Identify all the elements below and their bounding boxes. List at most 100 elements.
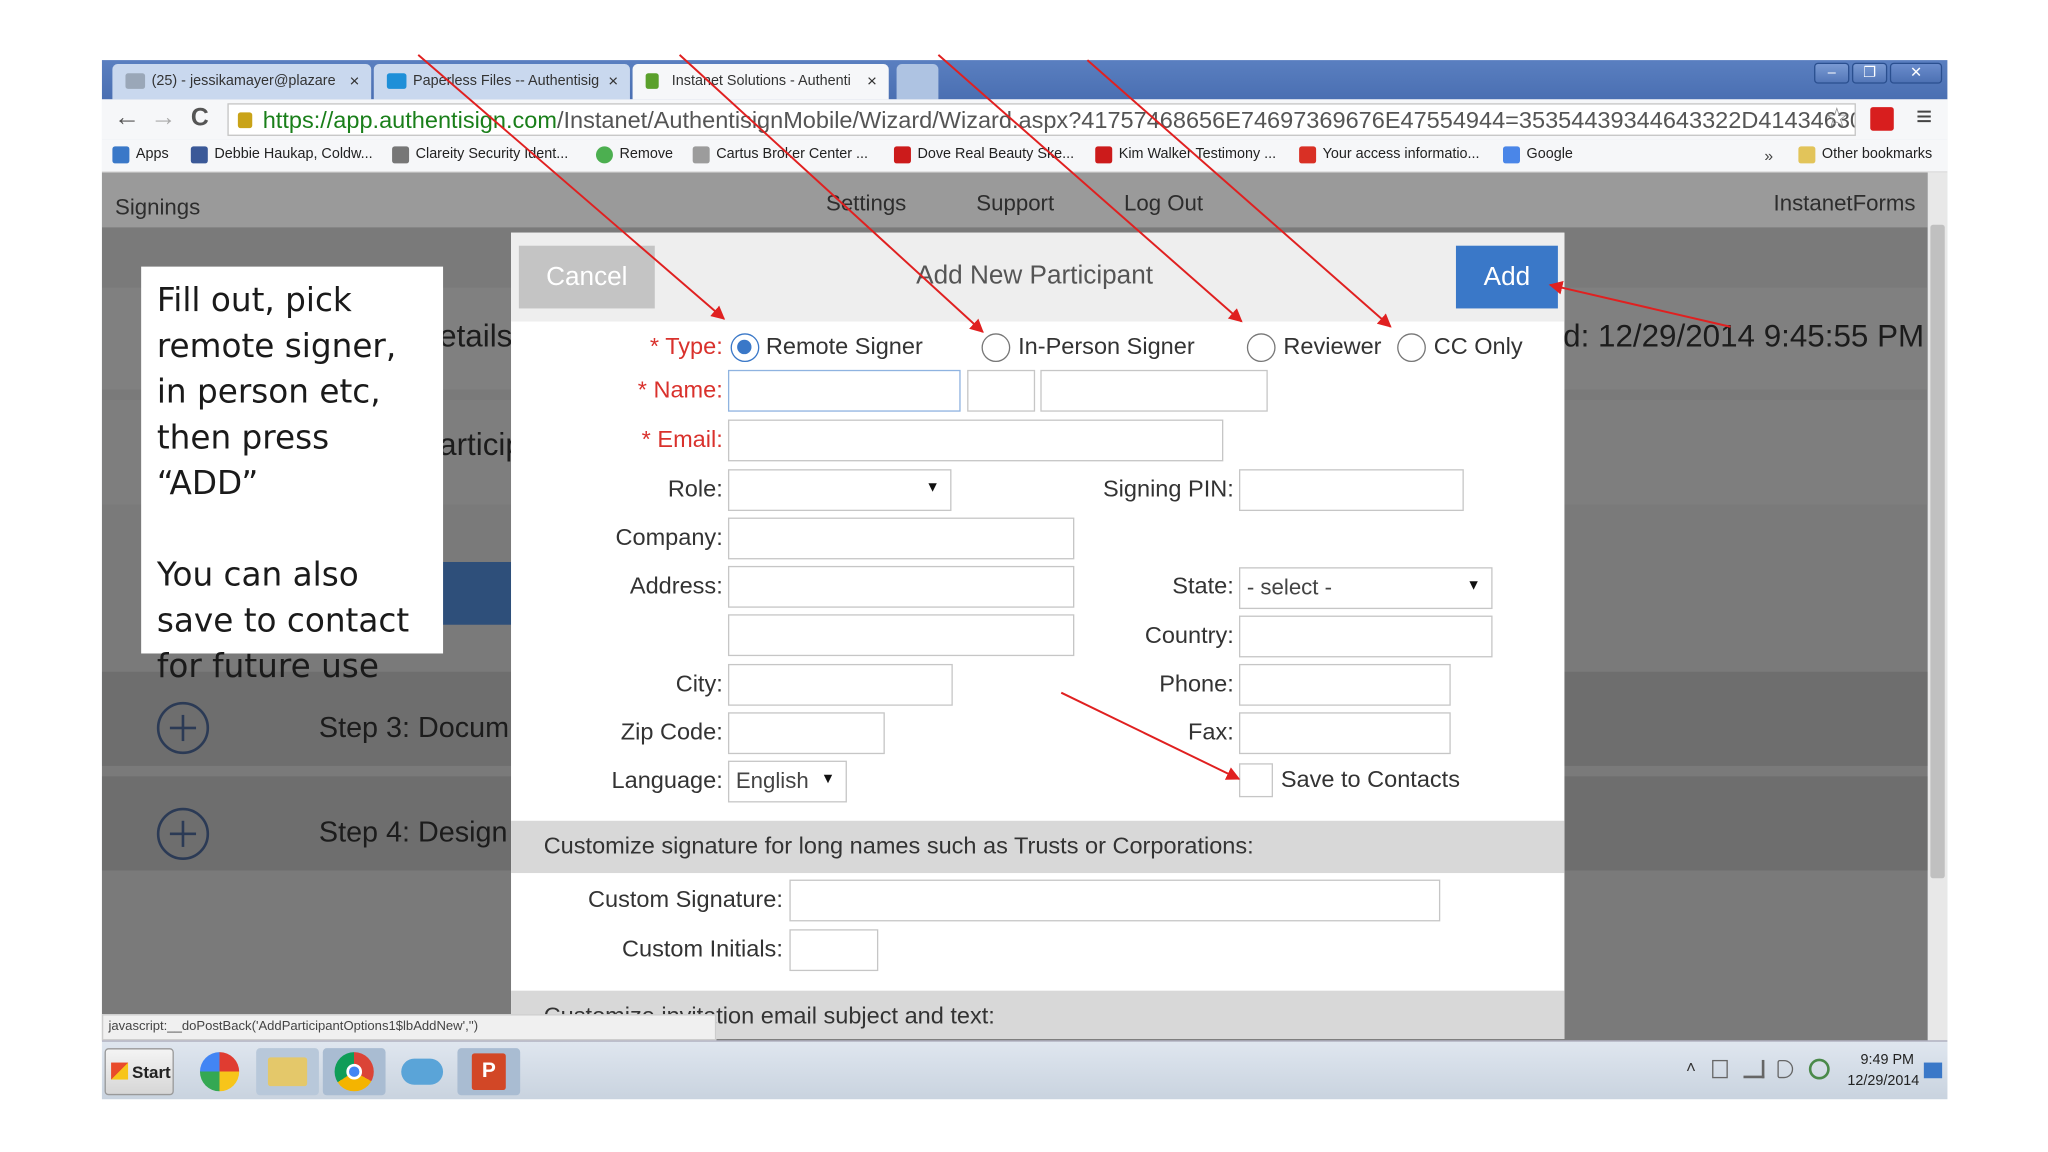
close-icon[interactable]: × bbox=[608, 71, 618, 91]
expand-step3-icon[interactable] bbox=[156, 701, 210, 755]
language-select[interactable]: English ▼ bbox=[727, 760, 847, 803]
screenshot: (25) - jessikamayer@plazare × Paperless … bbox=[0, 0, 2048, 1152]
bookmark-label: Your access informatio... bbox=[1322, 146, 1480, 163]
country-input[interactable] bbox=[1238, 615, 1493, 658]
bookmark-clareity[interactable]: Clareity Security Ident... bbox=[392, 146, 568, 164]
facebook-icon bbox=[190, 146, 208, 164]
radio-in-person-signer[interactable] bbox=[981, 333, 1011, 363]
tab-paperless[interactable]: Paperless Files -- Authentisig × bbox=[373, 64, 630, 100]
middle-initial-input[interactable] bbox=[967, 369, 1036, 412]
nav-settings[interactable]: Settings bbox=[826, 191, 906, 217]
v-icon bbox=[386, 73, 407, 89]
cloud-glyph bbox=[401, 1058, 444, 1085]
clock-date[interactable]: 12/29/2014 bbox=[1840, 1073, 1926, 1089]
powerpoint-icon[interactable]: P bbox=[457, 1048, 521, 1096]
picasa-glyph bbox=[199, 1052, 240, 1092]
chrome-icon[interactable] bbox=[322, 1048, 386, 1096]
clock-time[interactable]: 9:49 PM bbox=[1848, 1052, 1926, 1068]
last-name-input[interactable] bbox=[1040, 369, 1268, 412]
cancel-button[interactable]: Cancel bbox=[518, 245, 655, 309]
details-heading: etails bbox=[439, 318, 513, 355]
address-bar[interactable]: https://app.authentisign.com/Instanet/Au… bbox=[227, 103, 1856, 136]
usb-icon[interactable] bbox=[1712, 1059, 1728, 1079]
required-mark: * bbox=[649, 333, 660, 360]
phone-input[interactable] bbox=[1238, 663, 1451, 706]
bookmark-remove[interactable]: Remove bbox=[595, 146, 673, 164]
signing-pin-input[interactable] bbox=[1238, 469, 1464, 512]
minimize-button[interactable]: – bbox=[1814, 62, 1850, 84]
windows-taskbar: Start P ˄ 9:49 PM 12/29/2014 bbox=[101, 1040, 1948, 1100]
zip-code-input[interactable] bbox=[727, 712, 885, 755]
custom-signature-input[interactable] bbox=[789, 879, 1441, 922]
bookmark-label: Dove Real Beauty Ske... bbox=[917, 146, 1075, 163]
cc-only-label: CC Only bbox=[1433, 333, 1523, 360]
tab-title: (25) - jessikamayer@plazare bbox=[151, 73, 336, 89]
bookmark-google[interactable]: Google bbox=[1503, 146, 1573, 164]
instruction-callout: Fill out, pick remote signer, in person … bbox=[141, 266, 444, 685]
folder-icon[interactable] bbox=[256, 1048, 319, 1096]
custom-initials-input[interactable] bbox=[789, 929, 879, 972]
menu-icon[interactable]: ≡ bbox=[1916, 102, 1932, 133]
bookmark-debbie[interactable]: Debbie Haukap, Coldw... bbox=[190, 146, 373, 164]
close-icon[interactable]: × bbox=[349, 71, 359, 91]
close-icon[interactable]: × bbox=[867, 71, 877, 91]
page-scrollbar[interactable] bbox=[1927, 172, 1948, 1041]
in-person-signer-label: In-Person Signer bbox=[1018, 333, 1195, 360]
forward-icon[interactable]: → bbox=[150, 103, 176, 133]
radio-remote-signer[interactable] bbox=[730, 333, 760, 363]
tray-expand-icon[interactable]: ˄ bbox=[1686, 1057, 1696, 1077]
bookmark-star-icon[interactable]: ☆ bbox=[1825, 102, 1850, 135]
scrollbar-thumb[interactable] bbox=[1930, 224, 1945, 879]
company-input[interactable] bbox=[727, 517, 1075, 560]
address-line2-input[interactable] bbox=[727, 614, 1075, 657]
show-desktop-button[interactable] bbox=[1923, 1062, 1943, 1079]
bookmark-kim-walker[interactable]: Kim Walker Testimony ... bbox=[1095, 146, 1276, 164]
nav-support[interactable]: Support bbox=[976, 191, 1054, 217]
cloud-icon[interactable] bbox=[391, 1048, 454, 1095]
apps-icon bbox=[112, 146, 130, 164]
youtube-icon bbox=[1095, 146, 1113, 164]
address-line1-input[interactable] bbox=[727, 565, 1075, 608]
company-label: Company: bbox=[615, 524, 723, 551]
bookmarks-overflow-icon[interactable]: » bbox=[1764, 146, 1773, 164]
picasa-icon[interactable] bbox=[188, 1048, 251, 1095]
language-label: Language: bbox=[611, 767, 723, 794]
other-bookmarks[interactable]: Other bookmarks bbox=[1798, 146, 1932, 164]
close-window-button[interactable]: ✕ bbox=[1889, 62, 1943, 84]
fax-input[interactable] bbox=[1238, 712, 1451, 755]
role-select[interactable]: ▼ bbox=[727, 469, 952, 512]
cs-icon bbox=[392, 146, 410, 164]
expand-step4-icon[interactable] bbox=[156, 807, 210, 860]
nav-logout[interactable]: Log Out bbox=[1124, 191, 1203, 217]
status-url-overlay: javascript:__doPostBack('AddParticipantO… bbox=[101, 1014, 717, 1041]
remote-signer-label: Remote Signer bbox=[765, 333, 923, 360]
first-name-input[interactable] bbox=[727, 369, 961, 412]
bookmark-cartus[interactable]: Cartus Broker Center ... bbox=[692, 146, 868, 164]
radio-reviewer[interactable] bbox=[1246, 333, 1276, 363]
start-button[interactable]: Start bbox=[104, 1048, 174, 1096]
city-input[interactable] bbox=[727, 663, 953, 706]
reload-icon[interactable]: C bbox=[191, 105, 209, 134]
tab-gmail[interactable]: (25) - jessikamayer@plazare × bbox=[112, 64, 372, 100]
volume-icon[interactable] bbox=[1777, 1059, 1794, 1079]
tab-title: Paperless Files -- Authentisig bbox=[412, 73, 600, 89]
maximize-button[interactable]: ❐ bbox=[1851, 62, 1888, 84]
state-select[interactable]: - select - ▼ bbox=[1238, 567, 1493, 610]
reviewer-label: Reviewer bbox=[1283, 333, 1382, 360]
save-to-contacts-checkbox[interactable] bbox=[1238, 763, 1273, 798]
radio-cc-only[interactable] bbox=[1397, 333, 1426, 363]
network-icon[interactable] bbox=[1743, 1059, 1765, 1079]
security-icon[interactable] bbox=[1808, 1058, 1830, 1080]
nav-instanetforms[interactable]: InstanetForms bbox=[1774, 191, 1916, 217]
nav-signings[interactable]: Signings bbox=[115, 195, 200, 221]
email-field[interactable] bbox=[727, 419, 1224, 462]
tab-instanet[interactable]: Instanet Solutions - Authenti × bbox=[632, 64, 889, 100]
bookmark-dove[interactable]: Dove Real Beauty Ske... bbox=[893, 146, 1075, 164]
bookmark-apps[interactable]: Apps bbox=[112, 146, 169, 164]
bookmark-access-info[interactable]: Your access informatio... bbox=[1299, 146, 1480, 164]
tab-title: Instanet Solutions - Authenti bbox=[671, 73, 851, 89]
back-icon[interactable]: ← bbox=[114, 103, 140, 133]
add-button[interactable]: Add bbox=[1455, 245, 1558, 309]
flipboard-icon[interactable] bbox=[1870, 107, 1894, 131]
new-tab-button[interactable] bbox=[896, 64, 939, 100]
